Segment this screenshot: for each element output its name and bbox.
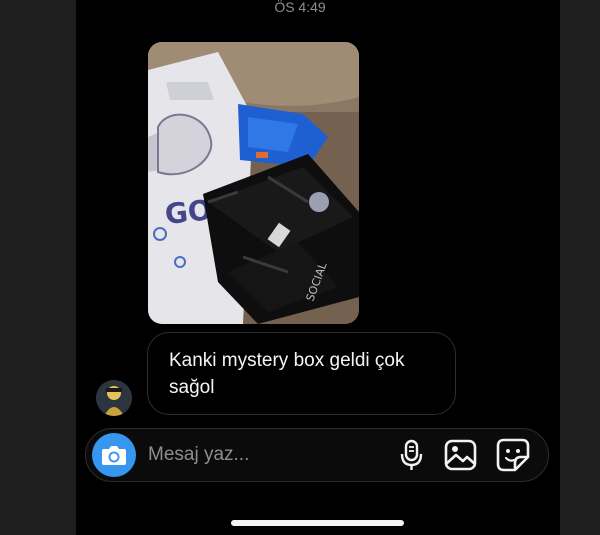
gallery-button[interactable] — [443, 437, 479, 473]
microphone-icon — [400, 439, 423, 470]
left-background — [0, 0, 76, 535]
avatar-icon — [96, 380, 132, 416]
message-text: Kanki mystery box geldi çok sağol — [169, 350, 405, 398]
gallery-icon — [444, 439, 477, 471]
camera-icon — [102, 446, 126, 465]
received-message-bubble[interactable]: Kanki mystery box geldi çok sağol — [147, 332, 456, 415]
home-indicator[interactable] — [231, 520, 404, 526]
voice-message-button[interactable] — [394, 437, 430, 473]
camera-button[interactable] — [92, 433, 136, 477]
sticker-button[interactable] — [495, 437, 531, 473]
sender-avatar[interactable] — [96, 380, 132, 416]
message-input[interactable] — [148, 440, 348, 470]
message-timestamp: ÖS 4:49 — [274, 0, 326, 15]
sticker-icon — [496, 438, 530, 472]
photo-clothing-package-image: GOAZO SOCIAL — [148, 42, 359, 324]
sent-photo-message[interactable]: GOAZO SOCIAL — [148, 42, 359, 324]
right-background — [560, 0, 600, 535]
